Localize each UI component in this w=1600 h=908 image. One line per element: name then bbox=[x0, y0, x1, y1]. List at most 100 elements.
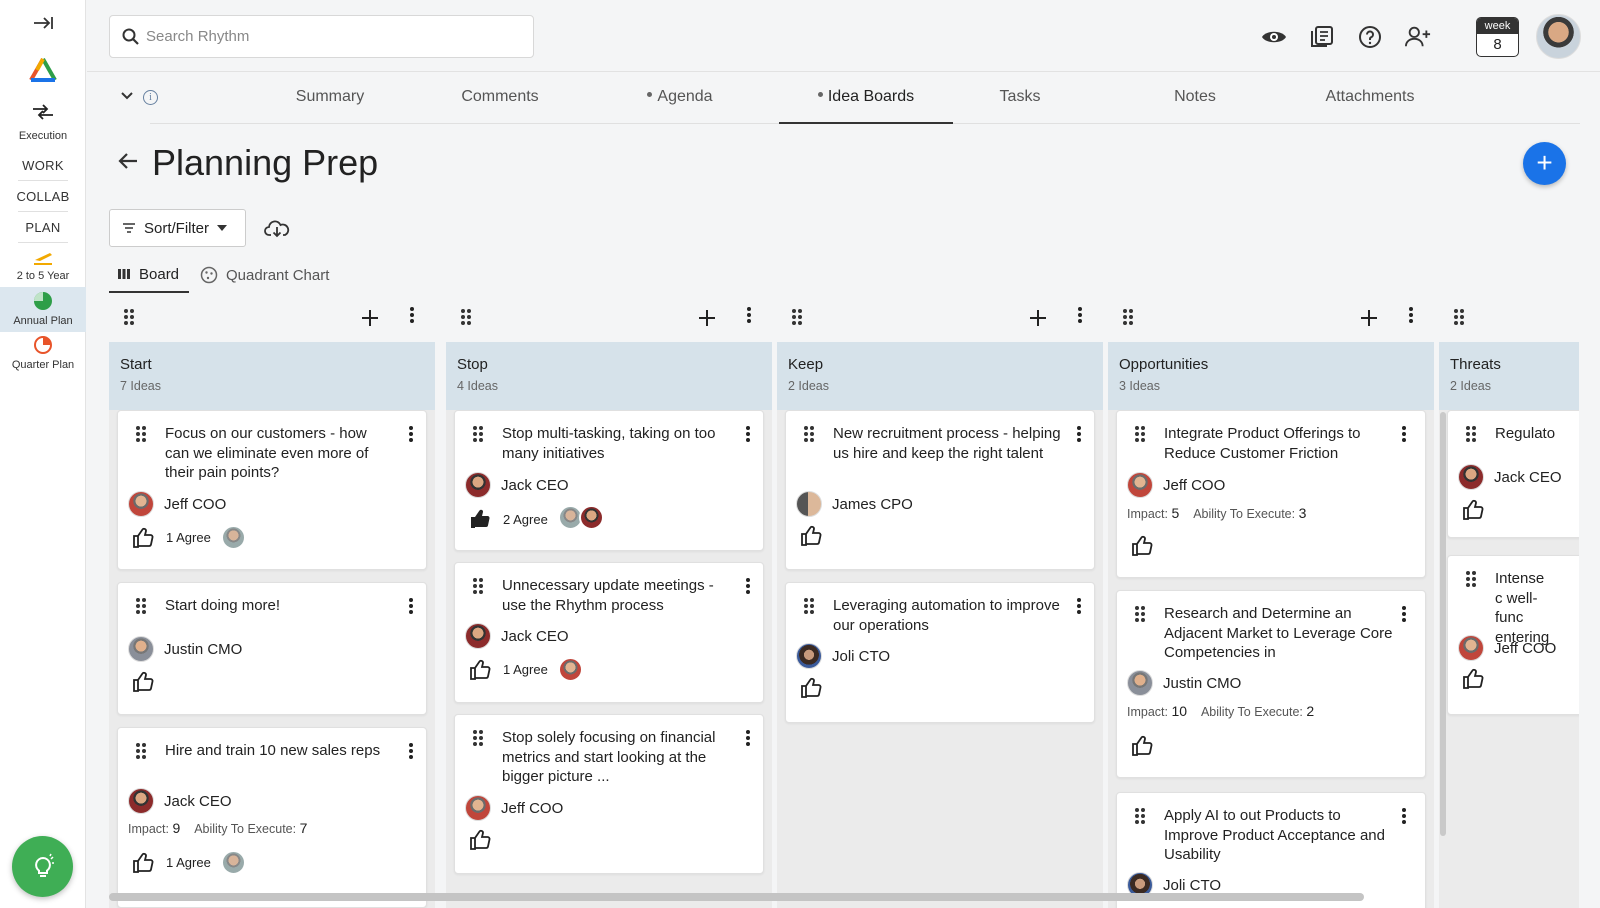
more-vert-icon[interactable] bbox=[1408, 306, 1414, 324]
drag-handle-icon[interactable] bbox=[803, 597, 815, 615]
more-vert-icon[interactable] bbox=[1401, 425, 1407, 443]
more-vert-icon[interactable] bbox=[408, 742, 414, 760]
thumbs-up-icon[interactable] bbox=[132, 527, 156, 549]
rhythm-logo[interactable] bbox=[28, 56, 58, 89]
thumbs-up-icon[interactable] bbox=[1131, 535, 1155, 557]
tab-comments[interactable]: Comments bbox=[440, 72, 560, 124]
more-vert-icon[interactable] bbox=[1076, 425, 1082, 443]
idea-card[interactable]: Start doing more! Justin CMO bbox=[117, 582, 427, 715]
add-icon[interactable] bbox=[1029, 309, 1047, 327]
idea-card[interactable]: Unnecessary update meetings - use the Rh… bbox=[454, 562, 764, 703]
column-header[interactable]: Threats 2 Ideas bbox=[1439, 342, 1579, 410]
drag-handle-icon[interactable] bbox=[1453, 308, 1465, 326]
drag-handle-icon[interactable] bbox=[791, 308, 803, 326]
tab-summary[interactable]: Summary bbox=[270, 72, 390, 124]
cloud-download-icon[interactable] bbox=[264, 218, 290, 243]
chevron-down-icon[interactable] bbox=[120, 88, 134, 104]
view-tab-board[interactable]: Board bbox=[109, 257, 189, 293]
more-vert-icon[interactable] bbox=[408, 597, 414, 615]
more-vert-icon[interactable] bbox=[745, 729, 751, 747]
back-arrow-icon[interactable] bbox=[117, 150, 139, 178]
thumbs-up-icon[interactable] bbox=[800, 677, 824, 699]
add-icon[interactable] bbox=[698, 309, 716, 327]
board-horizontal-scrollbar[interactable] bbox=[109, 893, 1364, 901]
thumbs-up-icon[interactable] bbox=[1131, 735, 1155, 757]
column-header[interactable]: Stop 4 Ideas bbox=[446, 342, 772, 410]
thumbs-up-icon[interactable] bbox=[469, 659, 493, 681]
drag-handle-icon[interactable] bbox=[460, 308, 472, 326]
idea-card[interactable]: Apply AI to out Products to Improve Prod… bbox=[1116, 792, 1426, 908]
search-input[interactable] bbox=[146, 16, 526, 57]
add-icon[interactable] bbox=[1360, 309, 1378, 327]
more-vert-icon[interactable] bbox=[745, 577, 751, 595]
drag-handle-icon[interactable] bbox=[1465, 570, 1477, 588]
idea-card[interactable]: Stop multi-tasking, taking on too many i… bbox=[454, 410, 764, 551]
idea-card[interactable]: Research and Determine an Adjacent Marke… bbox=[1116, 590, 1426, 778]
drag-handle-icon[interactable] bbox=[135, 425, 147, 443]
expand-sidebar-icon[interactable] bbox=[32, 14, 54, 37]
column-scrollbar[interactable] bbox=[1440, 412, 1446, 836]
more-vert-icon[interactable] bbox=[1401, 807, 1407, 825]
idea-card[interactable]: Stop solely focusing on financial metric… bbox=[454, 714, 764, 874]
library-icon[interactable] bbox=[1309, 24, 1335, 50]
column-header[interactable]: Start 7 Ideas bbox=[109, 342, 435, 410]
idea-card[interactable]: Regulato Jack CEO bbox=[1447, 410, 1579, 538]
drag-handle-icon[interactable] bbox=[1465, 425, 1477, 443]
thumbs-up-icon[interactable] bbox=[1462, 668, 1486, 690]
idea-card[interactable]: Integrate Product Offerings to Reduce Cu… bbox=[1116, 410, 1426, 578]
sidebar-section-work[interactable]: WORK bbox=[0, 158, 86, 173]
idea-card[interactable]: Leveraging automation to improve our ope… bbox=[785, 582, 1095, 723]
add-user-icon[interactable] bbox=[1405, 24, 1431, 50]
eye-icon[interactable] bbox=[1261, 24, 1287, 50]
view-tab-quadrant-chart[interactable]: Quadrant Chart bbox=[200, 257, 350, 293]
idea-card[interactable]: Hire and train 10 new sales reps Jack CE… bbox=[117, 727, 427, 908]
idea-card[interactable]: New recruitment process - helping us hir… bbox=[785, 410, 1095, 570]
drag-handle-icon[interactable] bbox=[1134, 425, 1146, 443]
column-header[interactable]: Opportunities 3 Ideas bbox=[1108, 342, 1434, 410]
thumbs-up-icon[interactable] bbox=[469, 829, 493, 851]
drag-handle-icon[interactable] bbox=[1134, 605, 1146, 623]
drag-handle-icon[interactable] bbox=[1122, 308, 1134, 326]
sidebar-item-annual-plan[interactable]: Annual Plan bbox=[0, 287, 86, 332]
sidebar-section-plan[interactable]: PLAN bbox=[0, 220, 86, 235]
thumbs-up-icon[interactable] bbox=[132, 852, 156, 874]
sidebar-item-execution[interactable]: Execution bbox=[0, 130, 86, 142]
tab-idea-boards[interactable]: Idea Boards bbox=[779, 72, 953, 124]
drag-handle-icon[interactable] bbox=[803, 425, 815, 443]
add-idea-button[interactable]: + bbox=[1523, 142, 1566, 185]
drag-handle-icon[interactable] bbox=[135, 597, 147, 615]
sidebar-section-collab[interactable]: COLLAB bbox=[0, 189, 86, 204]
user-avatar[interactable] bbox=[1536, 14, 1581, 59]
thumbs-up-icon[interactable] bbox=[132, 671, 156, 693]
thumbs-up-icon[interactable] bbox=[1462, 499, 1486, 521]
idea-card[interactable]: Focus on our customers - how can we elim… bbox=[117, 410, 427, 570]
week-badge[interactable]: week 8 bbox=[1476, 17, 1519, 57]
search-box[interactable] bbox=[109, 15, 534, 58]
drag-handle-icon[interactable] bbox=[472, 729, 484, 747]
more-vert-icon[interactable] bbox=[1401, 605, 1407, 623]
idea-card[interactable]: Intense c well-func entering Jeff COO bbox=[1447, 555, 1579, 715]
tab-tasks[interactable]: Tasks bbox=[960, 72, 1080, 124]
more-vert-icon[interactable] bbox=[1076, 597, 1082, 615]
drag-handle-icon[interactable] bbox=[123, 308, 135, 326]
add-icon[interactable] bbox=[361, 309, 379, 327]
tab-attachments[interactable]: Attachments bbox=[1295, 72, 1445, 124]
help-icon[interactable] bbox=[1357, 24, 1383, 50]
thumbs-up-icon[interactable] bbox=[800, 525, 824, 547]
more-vert-icon[interactable] bbox=[1077, 306, 1083, 324]
sidebar-item-quarter-plan[interactable]: Quarter Plan bbox=[0, 333, 86, 378]
drag-handle-icon[interactable] bbox=[135, 742, 147, 760]
drag-handle-icon[interactable] bbox=[472, 577, 484, 595]
thumbs-up-filled-icon[interactable] bbox=[469, 508, 493, 530]
drag-handle-icon[interactable] bbox=[472, 425, 484, 443]
sort-filter-button[interactable]: Sort/Filter bbox=[109, 209, 246, 247]
column-header[interactable]: Keep 2 Ideas bbox=[777, 342, 1103, 410]
ideas-fab-button[interactable] bbox=[12, 836, 73, 897]
more-vert-icon[interactable] bbox=[746, 306, 752, 324]
sidebar-item-2-to-5-year[interactable]: 2 to 5 Year bbox=[0, 244, 86, 286]
tab-notes[interactable]: Notes bbox=[1135, 72, 1255, 124]
more-vert-icon[interactable] bbox=[745, 425, 751, 443]
execution-icon[interactable] bbox=[31, 104, 55, 125]
tab-agenda[interactable]: Agenda bbox=[610, 72, 750, 124]
more-vert-icon[interactable] bbox=[408, 425, 414, 443]
